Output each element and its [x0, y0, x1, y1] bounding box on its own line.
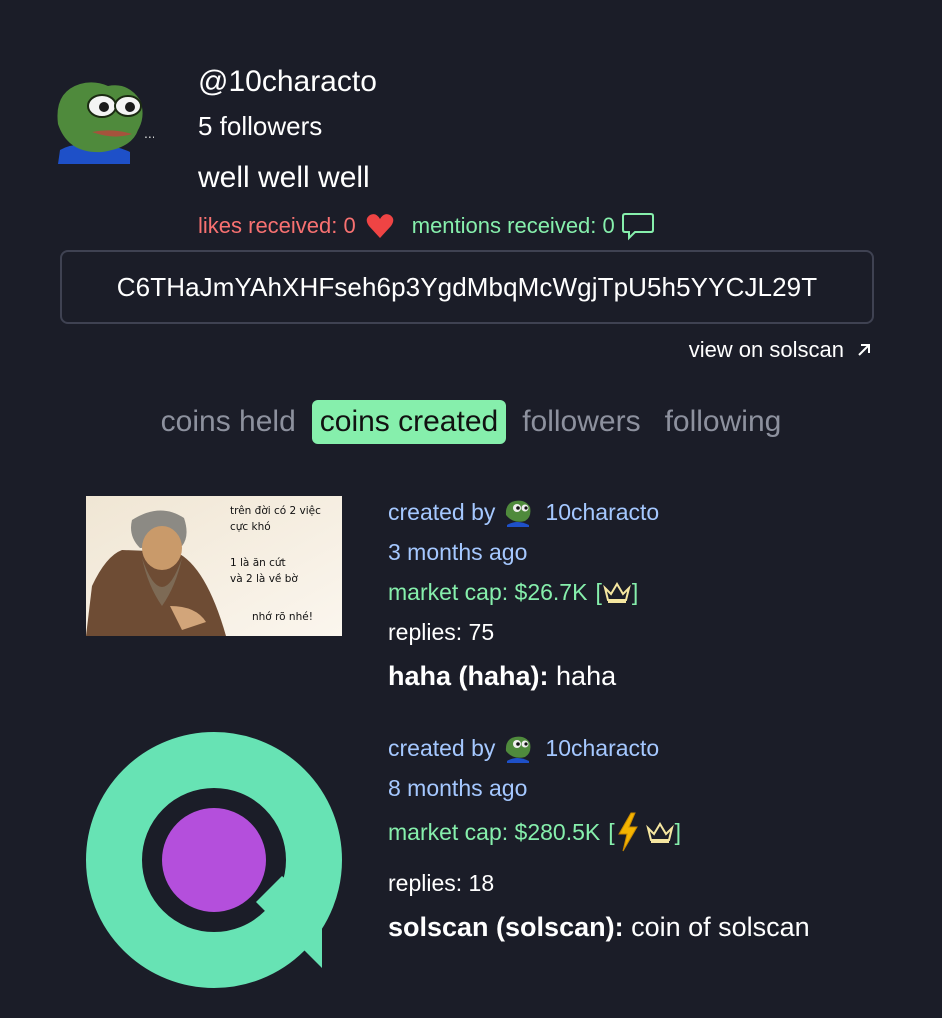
market-cap: market cap: $280.5K	[388, 819, 601, 845]
tab-followers[interactable]: followers	[514, 400, 648, 444]
coin-name: solscan (solscan):	[388, 912, 624, 942]
profile-bio: well well well	[198, 161, 370, 194]
coin-image-haha[interactable]: trên đời có 2 việc cực khó 1 là ăn cứt v…	[86, 496, 342, 636]
crown-icon	[645, 822, 674, 843]
speech-bubble-icon	[621, 213, 654, 241]
coin-title-haha[interactable]: haha (haha): haha	[388, 658, 616, 694]
coin-age: 8 months ago	[388, 775, 528, 801]
wallet-address-box[interactable]: C6THaJmYAhXHFseh6p3YgdMbqMcWgjTpU5h5YYCJ…	[60, 250, 874, 324]
coin-description: coin of solscan	[631, 912, 810, 942]
coin-name: haha (haha):	[388, 661, 549, 691]
view-on-solscan-link[interactable]: view on solscan	[689, 334, 874, 366]
profile-stats: likes received: 0 mentions received: 0	[198, 208, 655, 244]
profile-tabs: coins held coins created followers follo…	[0, 398, 942, 446]
creator-avatar	[506, 500, 531, 527]
lightning-icon	[617, 812, 638, 852]
coin-age: 3 months ago	[388, 539, 528, 565]
avatar-dots: ...	[144, 125, 154, 141]
coin-title-solscan[interactable]: solscan (solscan): coin of solscan	[388, 909, 810, 945]
wallet-address[interactable]: C6THaJmYAhXHFseh6p3YgdMbqMcWgjTpU5h5YYCJ…	[117, 272, 817, 303]
creator-avatar	[506, 736, 531, 763]
avatar[interactable]: ...	[54, 72, 156, 164]
market-cap: market cap: $26.7K	[388, 579, 588, 605]
tab-coins-held[interactable]: coins held	[153, 400, 304, 444]
creator-name[interactable]: 10characto	[545, 732, 659, 764]
coin-market-cap-row: market cap: $280.5K [ ]	[388, 812, 681, 852]
likes-label: likes received: 0	[198, 213, 356, 238]
tab-coins-created[interactable]: coins created	[311, 400, 507, 444]
creator-name[interactable]: 10characto	[545, 496, 659, 528]
profile-followers[interactable]: 5 followers	[198, 108, 322, 144]
coin-creator-row[interactable]: created by 10characto	[388, 732, 659, 764]
profile-username: @10characto	[198, 65, 377, 98]
solscan-link-label[interactable]: view on solscan	[689, 334, 844, 366]
coin-image-solscan[interactable]	[86, 732, 342, 988]
coin-description: haha	[556, 661, 617, 691]
mentions-label: mentions received: 0	[411, 213, 615, 238]
coin-replies: replies: 75	[388, 619, 495, 645]
heart-icon	[366, 214, 394, 238]
mentions-stat: mentions received: 0	[412, 208, 655, 244]
coin-creator-row[interactable]: created by 10characto	[388, 496, 659, 528]
external-link-icon	[858, 344, 870, 356]
tab-following[interactable]: following	[657, 400, 790, 444]
created-by-label: created by	[388, 499, 496, 525]
coin-market-cap-row: market cap: $26.7K [ ]	[388, 576, 638, 608]
coin-replies: replies: 18	[388, 870, 495, 896]
created-by-label: created by	[388, 735, 496, 761]
crown-icon	[602, 582, 631, 603]
likes-stat: likes received: 0	[198, 208, 394, 244]
